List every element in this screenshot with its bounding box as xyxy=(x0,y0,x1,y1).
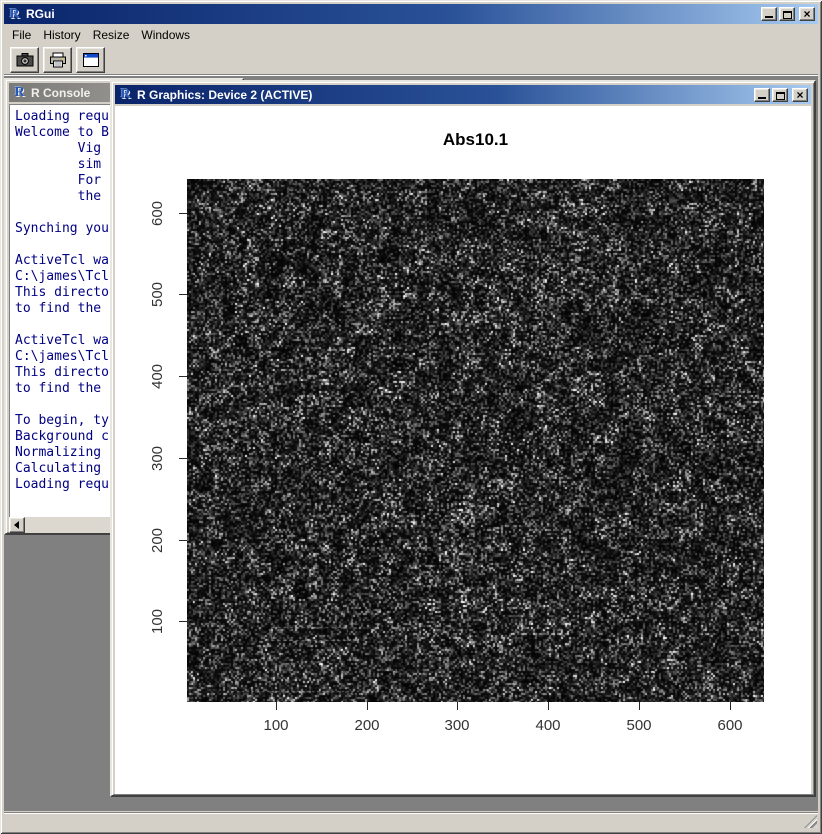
y-tick-label: 300 xyxy=(149,423,167,493)
y-tick xyxy=(179,458,187,459)
y-tick-label: 600 xyxy=(149,178,167,248)
x-tick xyxy=(548,702,549,710)
x-tick-label: 500 xyxy=(609,717,669,734)
maximize-icon xyxy=(776,92,785,100)
y-tick xyxy=(179,376,187,377)
status-strip xyxy=(4,812,818,829)
x-tick xyxy=(276,702,277,710)
menu-windows[interactable]: Windows xyxy=(135,27,196,43)
y-tick-label: 200 xyxy=(149,505,167,575)
y-tick-label: 100 xyxy=(149,586,167,656)
y-tick xyxy=(179,294,187,295)
y-tick-label: 400 xyxy=(149,341,167,411)
toolbar xyxy=(4,45,818,74)
console-title: R Console xyxy=(31,86,90,100)
r-logo-icon: R xyxy=(7,7,22,22)
window-icon xyxy=(82,52,100,68)
plot-title: Abs10.1 xyxy=(187,130,764,150)
microarray-image xyxy=(187,179,764,702)
close-button[interactable]: × xyxy=(799,7,815,21)
x-tick-label: 400 xyxy=(518,717,578,734)
maximize-icon xyxy=(783,11,792,19)
y-tick xyxy=(179,213,187,214)
resize-grip-icon[interactable] xyxy=(804,815,817,828)
arrow-left-icon xyxy=(14,521,19,529)
graphics-minimize-button[interactable] xyxy=(754,88,770,102)
camera-icon xyxy=(16,52,34,68)
x-tick-label: 300 xyxy=(427,717,487,734)
snapshot-button[interactable] xyxy=(10,47,39,73)
graphics-close-button[interactable]: × xyxy=(792,88,808,102)
window-title: RGui xyxy=(26,7,55,21)
maximize-button[interactable] xyxy=(779,7,795,21)
x-tick-label: 100 xyxy=(246,717,306,734)
graphics-maximize-button[interactable] xyxy=(772,88,788,102)
mdi-workspace: R R Console Loading requ Welcome to B Vi… xyxy=(4,76,818,811)
minimize-icon xyxy=(765,16,773,18)
rgui-main-window: R RGui × File History Resize Windows xyxy=(0,0,822,834)
x-tick-label: 200 xyxy=(337,717,397,734)
close-icon: × xyxy=(796,90,803,100)
close-icon: × xyxy=(803,9,810,19)
x-tick xyxy=(367,702,368,710)
console-window-button[interactable] xyxy=(76,47,105,73)
x-tick-label: 600 xyxy=(700,717,760,734)
graphics-titlebar[interactable]: R R Graphics: Device 2 (ACTIVE) × xyxy=(115,85,811,104)
menu-history[interactable]: History xyxy=(37,27,86,43)
printer-icon xyxy=(49,52,67,68)
y-tick-label: 500 xyxy=(149,259,167,329)
print-button[interactable] xyxy=(43,47,72,73)
minimize-icon xyxy=(758,97,766,99)
r-logo-icon: R xyxy=(118,87,133,102)
graphics-title: R Graphics: Device 2 (ACTIVE) xyxy=(137,88,312,102)
menu-file[interactable]: File xyxy=(6,27,37,43)
x-tick xyxy=(457,702,458,710)
r-graphics-window[interactable]: R R Graphics: Device 2 (ACTIVE) × Abs10.… xyxy=(110,80,816,797)
x-tick xyxy=(639,702,640,710)
plot-area: Abs10.1 100 200 300 400 500 600 xyxy=(115,106,811,794)
y-tick xyxy=(179,621,187,622)
scroll-left-button[interactable] xyxy=(9,517,25,533)
menubar: File History Resize Windows xyxy=(4,26,818,44)
r-logo-icon: R xyxy=(12,85,27,100)
minimize-button[interactable] xyxy=(761,7,777,21)
menu-resize[interactable]: Resize xyxy=(87,27,136,43)
x-tick xyxy=(730,702,731,710)
main-titlebar[interactable]: R RGui × xyxy=(4,4,818,24)
y-tick xyxy=(179,540,187,541)
